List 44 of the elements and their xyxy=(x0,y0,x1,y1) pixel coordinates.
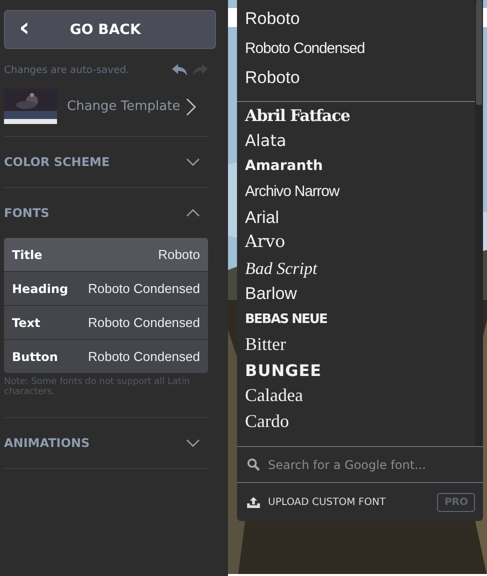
upload-icon xyxy=(247,496,260,508)
font-option[interactable]: Roboto xyxy=(237,4,475,34)
font-option[interactable]: Bad Script xyxy=(237,256,475,281)
font-name: Roboto Condensed xyxy=(88,315,200,330)
chevron-right-icon xyxy=(186,98,196,116)
font-option[interactable]: BEBAS NEUE xyxy=(237,306,475,332)
font-row[interactable]: Button Roboto Condensed xyxy=(4,339,208,373)
undo-icon[interactable] xyxy=(172,63,188,77)
change-template-item[interactable]: Change Template xyxy=(4,77,208,137)
scrollbar[interactable] xyxy=(475,0,483,446)
search-icon xyxy=(247,458,260,471)
font-role: Button xyxy=(12,350,58,364)
chevron-down-icon xyxy=(186,439,200,447)
font-note: Note: Some fonts do not support all Latin characters. xyxy=(4,377,191,397)
font-role: Text xyxy=(12,316,40,330)
font-option[interactable]: Alata xyxy=(237,128,475,154)
font-option[interactable]: Cardo xyxy=(237,408,475,434)
font-option[interactable]: Caladea xyxy=(237,383,475,408)
font-name: Roboto Condensed xyxy=(88,281,200,296)
section-header[interactable]: COLOR SCHEME xyxy=(4,137,208,187)
font-option[interactable]: Arvo xyxy=(237,230,475,256)
font-name: Roboto Condensed xyxy=(88,349,200,364)
font-option[interactable]: Archivo Narrow xyxy=(237,179,475,204)
chevron-up-icon xyxy=(186,209,200,217)
font-search-field[interactable]: Search for a Google font... xyxy=(268,458,473,472)
pro-badge: PRO xyxy=(437,492,475,512)
font-option[interactable]: Barlow xyxy=(237,281,475,306)
font-name: Roboto xyxy=(158,247,200,262)
font-option[interactable]: Arial xyxy=(237,204,475,230)
font-option[interactable]: Roboto xyxy=(237,63,475,92)
font-option[interactable]: Amaranth xyxy=(237,154,475,179)
font-option[interactable]: Bitter xyxy=(237,332,475,358)
upload-custom-font-link[interactable]: UPLOAD CUSTOM FONT xyxy=(268,496,430,508)
font-row[interactable]: Title Roboto xyxy=(4,238,208,271)
autosave-note: Changes are auto-saved. xyxy=(4,64,130,76)
chevron-down-icon xyxy=(186,158,200,166)
font-role: Title xyxy=(12,248,42,262)
go-back-button[interactable]: ‹ GO BACK xyxy=(4,10,216,49)
font-role: Heading xyxy=(12,282,68,296)
section-header[interactable]: FONTS xyxy=(4,188,208,238)
font-option[interactable]: BUNGEE xyxy=(237,358,475,383)
font-option[interactable]: Abril Fatface xyxy=(237,102,475,128)
section-header[interactable]: ANIMATIONS xyxy=(4,418,208,468)
font-option[interactable]: Roboto Condensed xyxy=(237,34,475,63)
